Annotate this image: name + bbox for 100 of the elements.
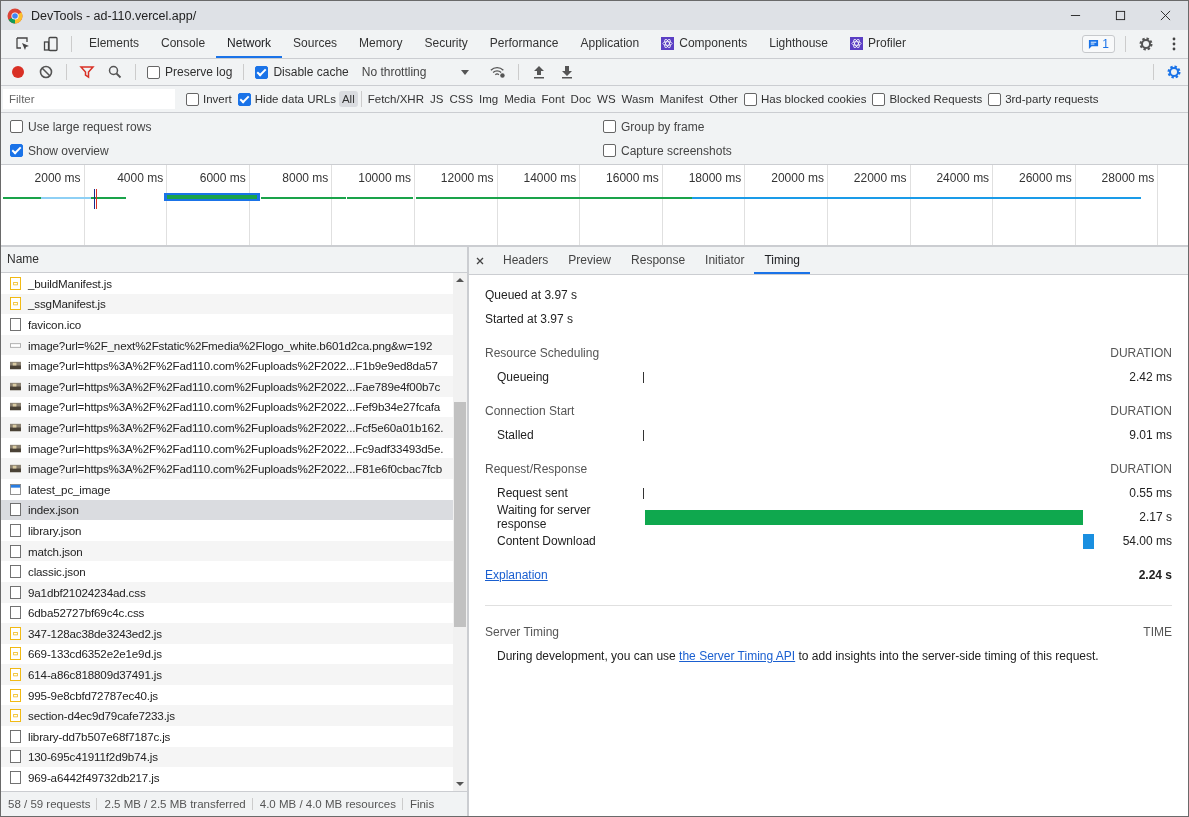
request-row[interactable]: image?url=https%3A%2F%2Fad110.com%2Fuploads%2F2022...Fef9b34e27fcafa: [1, 396, 453, 418]
close-icon[interactable]: [475, 255, 485, 266]
request-row[interactable]: 6dba52727bf69c4c.css: [1, 602, 453, 624]
panel-tab[interactable]: Profiler: [839, 30, 917, 58]
request-row[interactable]: classic.json: [1, 561, 453, 582]
filter-checkbox[interactable]: [988, 92, 1002, 106]
type-filter-button[interactable]: Fetch/XHR: [364, 91, 427, 107]
type-filter-button[interactable]: Manifest: [656, 91, 707, 107]
network-conditions-icon[interactable]: [490, 64, 507, 80]
request-name: latest_pc_image: [28, 482, 111, 496]
column-header[interactable]: Name: [1, 247, 467, 273]
issues-badge[interactable]: 1: [1082, 35, 1115, 53]
scroll-up-icon[interactable]: [455, 275, 465, 285]
request-row[interactable]: 130-695c41911f2d9b74.js: [1, 746, 453, 768]
record-icon[interactable]: [10, 64, 26, 80]
panel-tab[interactable]: Console: [150, 30, 217, 58]
type-filter-button[interactable]: Img: [476, 91, 502, 107]
invert-checkbox[interactable]: [186, 92, 199, 106]
request-row[interactable]: favicon.ico: [1, 314, 453, 335]
request-row[interactable]: 614-a86c818809d37491.js: [1, 664, 453, 685]
filter-icon[interactable]: [79, 64, 95, 80]
inspect-icon[interactable]: [15, 36, 31, 52]
request-row[interactable]: index.json: [1, 499, 453, 521]
request-row[interactable]: section-d4ec9d79cafe7233.js: [1, 705, 453, 727]
request-row[interactable]: library-dd7b507e68f7187c.js: [1, 726, 453, 747]
request-row[interactable]: _buildManifest.js: [1, 273, 453, 294]
search-icon[interactable]: [107, 64, 123, 80]
type-filter-button[interactable]: JS: [427, 91, 447, 107]
checkbox-label: Invert: [203, 93, 232, 105]
panel-tab[interactable]: Memory: [348, 30, 414, 58]
option-checkbox[interactable]: [10, 120, 23, 133]
phase-duration: 2.17 s: [1138, 510, 1172, 524]
request-row[interactable]: 995-9e8cbfd72787ec40.js: [1, 684, 453, 706]
type-filter-button[interactable]: All: [338, 91, 358, 107]
request-row[interactable]: image?url=%2F_next%2Fstatic%2Fmedia%2Flogo_white.b601d2ca.png&w=192: [1, 334, 453, 356]
disable-cache-checkbox[interactable]: [255, 65, 269, 79]
request-name: index.json: [28, 503, 79, 517]
panel-tab[interactable]: Network: [216, 30, 283, 58]
request-row[interactable]: _ssgManifest.js: [1, 293, 453, 315]
option-checkbox[interactable]: [10, 144, 23, 157]
type-filter-button[interactable]: CSS: [446, 91, 477, 107]
detail-tab[interactable]: Initiator: [695, 247, 755, 274]
panel-tab[interactable]: Lighthouse: [758, 30, 839, 58]
throttling-dropdown[interactable]: No throttling: [355, 64, 477, 80]
time-tick-label: 12000 ms: [440, 171, 494, 185]
panel-tab[interactable]: Security: [413, 30, 479, 58]
clear-icon[interactable]: [38, 64, 54, 80]
request-row[interactable]: 969-a6442f49732db217.js: [1, 767, 453, 788]
request-row[interactable]: image?url=https%3A%2F%2Fad110.com%2Fuploads%2F2022...Fae789e4f00b7c: [1, 375, 453, 397]
type-filter-button[interactable]: Font: [538, 91, 568, 107]
request-row[interactable]: image?url=https%3A%2F%2Fad110.com%2Fuploads%2F2022...F81e6f0cbac7fcb: [1, 458, 453, 479]
timing-tick: [643, 487, 644, 499]
checkbox-label: Disable cache: [273, 65, 349, 79]
filter-field[interactable]: Filter: [3, 89, 175, 109]
filter-checkbox[interactable]: [743, 92, 757, 106]
scrollbar[interactable]: [453, 273, 467, 791]
time-tick-label: 6000 ms: [199, 171, 246, 185]
detail-tab[interactable]: Timing: [754, 247, 810, 274]
settings-icon[interactable]: [1166, 64, 1182, 80]
request-row[interactable]: match.json: [1, 540, 453, 562]
filter-checkbox[interactable]: [872, 92, 886, 106]
hide-data-urls-checkbox[interactable]: [237, 92, 251, 106]
panel-tab[interactable]: Components: [650, 30, 759, 58]
type-filter-button[interactable]: Media: [501, 91, 539, 107]
close-icon[interactable]: [1160, 10, 1171, 21]
settings-icon[interactable]: [1138, 36, 1154, 52]
scroll-down-icon[interactable]: [455, 779, 465, 789]
time-tick-label: 8000 ms: [282, 171, 329, 185]
explanation-link[interactable]: Explanation: [485, 568, 548, 582]
type-filter-button[interactable]: Other: [706, 91, 741, 107]
detail-tab[interactable]: Response: [621, 247, 696, 274]
request-row[interactable]: image?url=https%3A%2F%2Fad110.com%2Fuploads%2F2022...Fcf5e60a01b162.: [1, 417, 453, 438]
server-timing-api-link[interactable]: the Server Timing API: [679, 649, 796, 663]
request-row[interactable]: image?url=https%3A%2F%2Fad110.com%2Fuploads%2F2022...Fc9adf33493d5e.: [1, 437, 453, 459]
panel-tab[interactable]: Application: [569, 30, 651, 58]
request-row[interactable]: 669-133cd6352e2e1e9d.js: [1, 643, 453, 665]
type-filter-button[interactable]: Wasm: [618, 91, 657, 107]
panel-tab[interactable]: Performance: [478, 30, 570, 58]
type-filter-button[interactable]: Doc: [567, 91, 595, 107]
window-title: DevTools - ad-110.vercel.app/: [31, 8, 197, 23]
option-checkbox[interactable]: [603, 120, 616, 133]
request-name: _ssgManifest.js: [28, 297, 106, 311]
request-row[interactable]: latest_pc_image: [1, 478, 453, 500]
detail-tab[interactable]: Preview: [558, 247, 622, 274]
time-tick-label: 2000 ms: [34, 171, 81, 185]
panel-tab[interactable]: Sources: [282, 30, 349, 58]
panel-tab[interactable]: Elements: [78, 30, 151, 58]
device-toolbar-icon[interactable]: [43, 36, 59, 52]
request-row[interactable]: library.json: [1, 520, 453, 541]
maximize-icon[interactable]: [1115, 10, 1126, 21]
request-row[interactable]: image?url=https%3A%2F%2Fad110.com%2Fuploads%2F2022...F1b9e9ed8da57: [1, 355, 453, 376]
preserve-log-checkbox[interactable]: [147, 65, 160, 79]
file-icon: [10, 606, 21, 620]
detail-tab[interactable]: Headers: [493, 247, 559, 274]
option-checkbox[interactable]: [603, 144, 616, 157]
file-icon: [10, 585, 21, 599]
checkbox-label: Hide data URLs: [254, 93, 336, 105]
request-row[interactable]: 347-128ac38de3243ed2.js: [1, 623, 453, 644]
type-filter-button[interactable]: WS: [594, 91, 619, 107]
request-row[interactable]: 9a1dbf21024234ad.css: [1, 581, 453, 603]
